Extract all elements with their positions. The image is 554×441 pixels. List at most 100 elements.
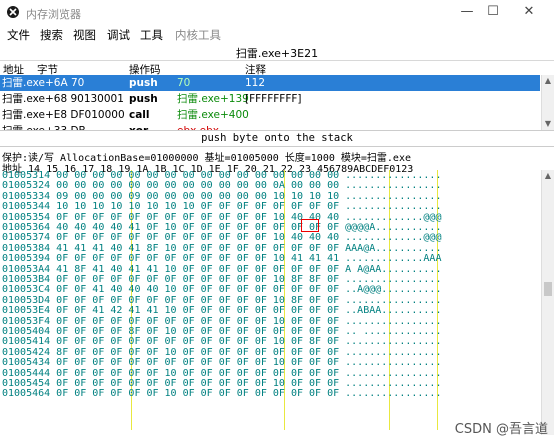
disasm-scrollbar[interactable]: ▲ ▼: [541, 75, 554, 130]
disasm-address: 扫雷.exe+E8 DF010000: [2, 109, 125, 121]
hex-row-bytes: 0F 0F 0F 0F 0F 0F 0F 0F 0F 0F 0F 0F 10 4…: [56, 253, 340, 265]
hex-row-bytes: 00 00 00 00 00 00 00 00 00 00 00 00 00 0…: [56, 170, 340, 181]
hex-row-ascii: A A@AA..........: [345, 263, 442, 275]
hex-row-address: 01005404: [2, 326, 51, 337]
scroll-up-icon[interactable]: ▲: [542, 170, 554, 182]
menu-search[interactable]: 搜索: [40, 27, 63, 43]
hex-row-bytes: 10 10 10 10 10 10 10 10 0F 0F 0F 0F 0F 0…: [56, 201, 340, 213]
hex-row-address: 010053C4: [2, 284, 51, 296]
hex-row-address: 010053F4: [2, 315, 51, 327]
menu-kernel-tools[interactable]: 内核工具: [175, 27, 221, 43]
disasm-comment: [FFFFFFFF]: [245, 93, 302, 105]
hex-row-bytes: 0F 0F 0F 0F 8F 0F 10 0F 0F 0F 0F 0F 0F 0…: [56, 326, 340, 337]
maximize-button[interactable]: ☐: [478, 2, 508, 22]
hex-row-bytes: 00 00 00 00 00 00 00 00 00 00 00 00 0A 0…: [56, 180, 340, 192]
hex-row-bytes: 0F 0F 0F 0F 0F 0F 0F 0F 0F 0F 0F 0F 10 4…: [56, 211, 340, 223]
disasm-opcode: push: [129, 93, 158, 105]
cheat-engine-icon: [7, 6, 19, 18]
menu-file[interactable]: 文件: [7, 27, 30, 43]
hex-row-address: 01005374: [2, 232, 51, 244]
hex-row-ascii: ................: [345, 315, 442, 327]
hex-row-ascii: @@@@A...........: [345, 222, 442, 233]
disasm-operand: 扫雷.exe+400: [177, 109, 249, 121]
hex-row-ascii: ................: [345, 378, 442, 389]
hex-row-bytes: 0F 0F 41 40 40 40 10 0F 0F 0F 0F 0F 0F 0…: [56, 284, 340, 296]
selected-byte-highlight: [301, 219, 319, 232]
hex-row-address: 01005384: [2, 242, 51, 254]
hex-row[interactable]: 01005464 0F 0F 0F 0F 0F 0F 10 0F 0F 0F 0F…: [2, 389, 441, 399]
scroll-up-icon[interactable]: ▲: [542, 75, 554, 87]
hex-row-ascii: .............AAA: [345, 253, 442, 265]
hex-row-address: 01005414: [2, 336, 51, 348]
hex-row-bytes: 0F 0F 0F 0F 0F 0F 0F 0F 0F 0F 0F 0F 10 0…: [56, 336, 340, 348]
disasm-operand: 70: [177, 77, 191, 89]
hex-row-bytes: 41 8F 41 40 41 41 10 0F 0F 0F 0F 0F 0F 0…: [56, 263, 340, 275]
disasm-opcode: push: [129, 77, 158, 89]
disasm-opcode: call: [129, 109, 150, 121]
hex-row-ascii: ................: [345, 346, 442, 358]
hex-row-address: 01005354: [2, 211, 51, 223]
hex-row-bytes: 0F 0F 41 42 41 41 10 0F 0F 0F 0F 0F 0F 0…: [56, 305, 340, 317]
hex-row-bytes: 8F 0F 0F 0F 0F 0F 10 0F 0F 0F 0F 0F 0F 0…: [56, 346, 340, 358]
hex-row-ascii: .............@@@: [345, 232, 442, 244]
watermark: CSDN @吾言道: [454, 422, 548, 437]
disasm-row[interactable]: 扫雷.exe+6A 70 push 70 112: [0, 75, 540, 91]
scroll-down-icon[interactable]: ▼: [542, 118, 554, 130]
title-bar: 内存浏览器 — ☐ ✕: [0, 0, 554, 25]
hex-row-ascii: .............@@@: [345, 211, 442, 223]
hex-scrollbar[interactable]: ▲: [541, 170, 554, 435]
hex-row-ascii: ................: [345, 201, 442, 213]
menu-tools[interactable]: 工具: [140, 27, 163, 43]
hex-row-ascii: ................: [345, 274, 442, 285]
hex-row-address: 01005434: [2, 357, 51, 369]
disasm-comment: 112: [245, 77, 266, 89]
hex-row-bytes: 0F 0F 0F 0F 0F 0F 10 0F 0F 0F 0F 0F 0F 0…: [56, 367, 340, 379]
hex-row-ascii: .. .............: [345, 326, 442, 337]
hex-row-ascii: ................: [345, 190, 442, 202]
hex-row-bytes: 40 40 40 40 41 0F 10 0F 0F 0F 0F 0F 0F 0…: [56, 222, 340, 233]
hex-row-bytes: 41 41 41 40 41 8F 10 0F 0F 0F 0F 0F 0F 0…: [56, 242, 340, 254]
hex-row-address: 01005334: [2, 190, 51, 202]
hex-row-bytes: 0F 0F 0F 0F 0F 0F 0F 0F 0F 0F 0F 0F 10 0…: [56, 378, 340, 389]
disasm-address: 扫雷.exe+6A 70: [2, 77, 85, 89]
close-button[interactable]: ✕: [514, 2, 544, 22]
hex-row-ascii: ................: [345, 367, 442, 379]
hex-row-ascii: ................: [345, 170, 442, 181]
hex-row-bytes: 0F 0F 0F 0F 0F 0F 0F 0F 0F 0F 0F 0F 10 4…: [56, 232, 340, 244]
hex-row-ascii: ................: [345, 388, 442, 400]
hex-row-address: 010053B4: [2, 274, 51, 285]
hex-row-address: 01005324: [2, 180, 51, 192]
disasm-row[interactable]: 扫雷.exe+68 90130001 push 扫雷.exe+139 [FFFF…: [0, 91, 540, 107]
hex-row-bytes: 0F 0F 0F 0F 0F 0F 10 0F 0F 0F 0F 0F 0F 0…: [56, 388, 340, 400]
hex-row-address: 01005454: [2, 378, 51, 389]
hex-row-ascii: ................: [345, 357, 442, 369]
hex-row-bytes: 0F 0F 0F 0F 0F 0F 0F 0F 0F 0F 0F 0F 10 8…: [56, 294, 340, 306]
hex-row-address: 010053D4: [2, 294, 51, 306]
hex-row-ascii: ................: [345, 336, 442, 348]
hex-row-address: 01005344: [2, 201, 51, 213]
disasm-address: 扫雷.exe+68 90130001: [2, 93, 124, 105]
menu-bar: 文件 搜索 视图 调试 工具 内核工具: [0, 25, 554, 43]
hex-row-ascii: ..ABAA..........: [345, 305, 442, 317]
disasm-address-bar[interactable]: 扫雷.exe+3E21: [0, 43, 554, 60]
disasm-operand: 扫雷.exe+139: [177, 93, 249, 105]
hex-row-address: 01005444: [2, 367, 51, 379]
hex-row-bytes: 0F 0F 0F 0F 0F 0F 0F 0F 0F 0F 0F 0F 10 8…: [56, 274, 340, 285]
hex-row-ascii: AAA@A...........: [345, 242, 442, 254]
window-title: 内存浏览器: [26, 8, 81, 21]
menu-view[interactable]: 视图: [73, 27, 96, 43]
disasm-row[interactable]: 扫雷.exe+E8 DF010000 call 扫雷.exe+400: [0, 107, 540, 123]
instruction-description: push byte onto the stack: [0, 130, 554, 147]
current-address: 扫雷.exe+3E21: [235, 47, 319, 60]
hex-row-address: 01005364: [2, 222, 51, 233]
hex-row-address: 01005394: [2, 253, 51, 265]
divider: [0, 60, 554, 61]
hex-row-ascii: ................: [345, 180, 442, 192]
hex-row-bytes: 09 00 00 00 09 00 00 00 00 00 00 00 10 1…: [56, 190, 340, 202]
scroll-thumb[interactable]: [544, 282, 552, 296]
menu-debug[interactable]: 调试: [107, 27, 130, 43]
hex-row-bytes: 0F 0F 0F 0F 0F 0F 0F 0F 0F 0F 0F 0F 10 0…: [56, 357, 340, 369]
hex-row-address: 010053A4: [2, 263, 51, 275]
hex-row-ascii: ................: [345, 294, 442, 306]
hex-row-address: 01005424: [2, 346, 51, 358]
